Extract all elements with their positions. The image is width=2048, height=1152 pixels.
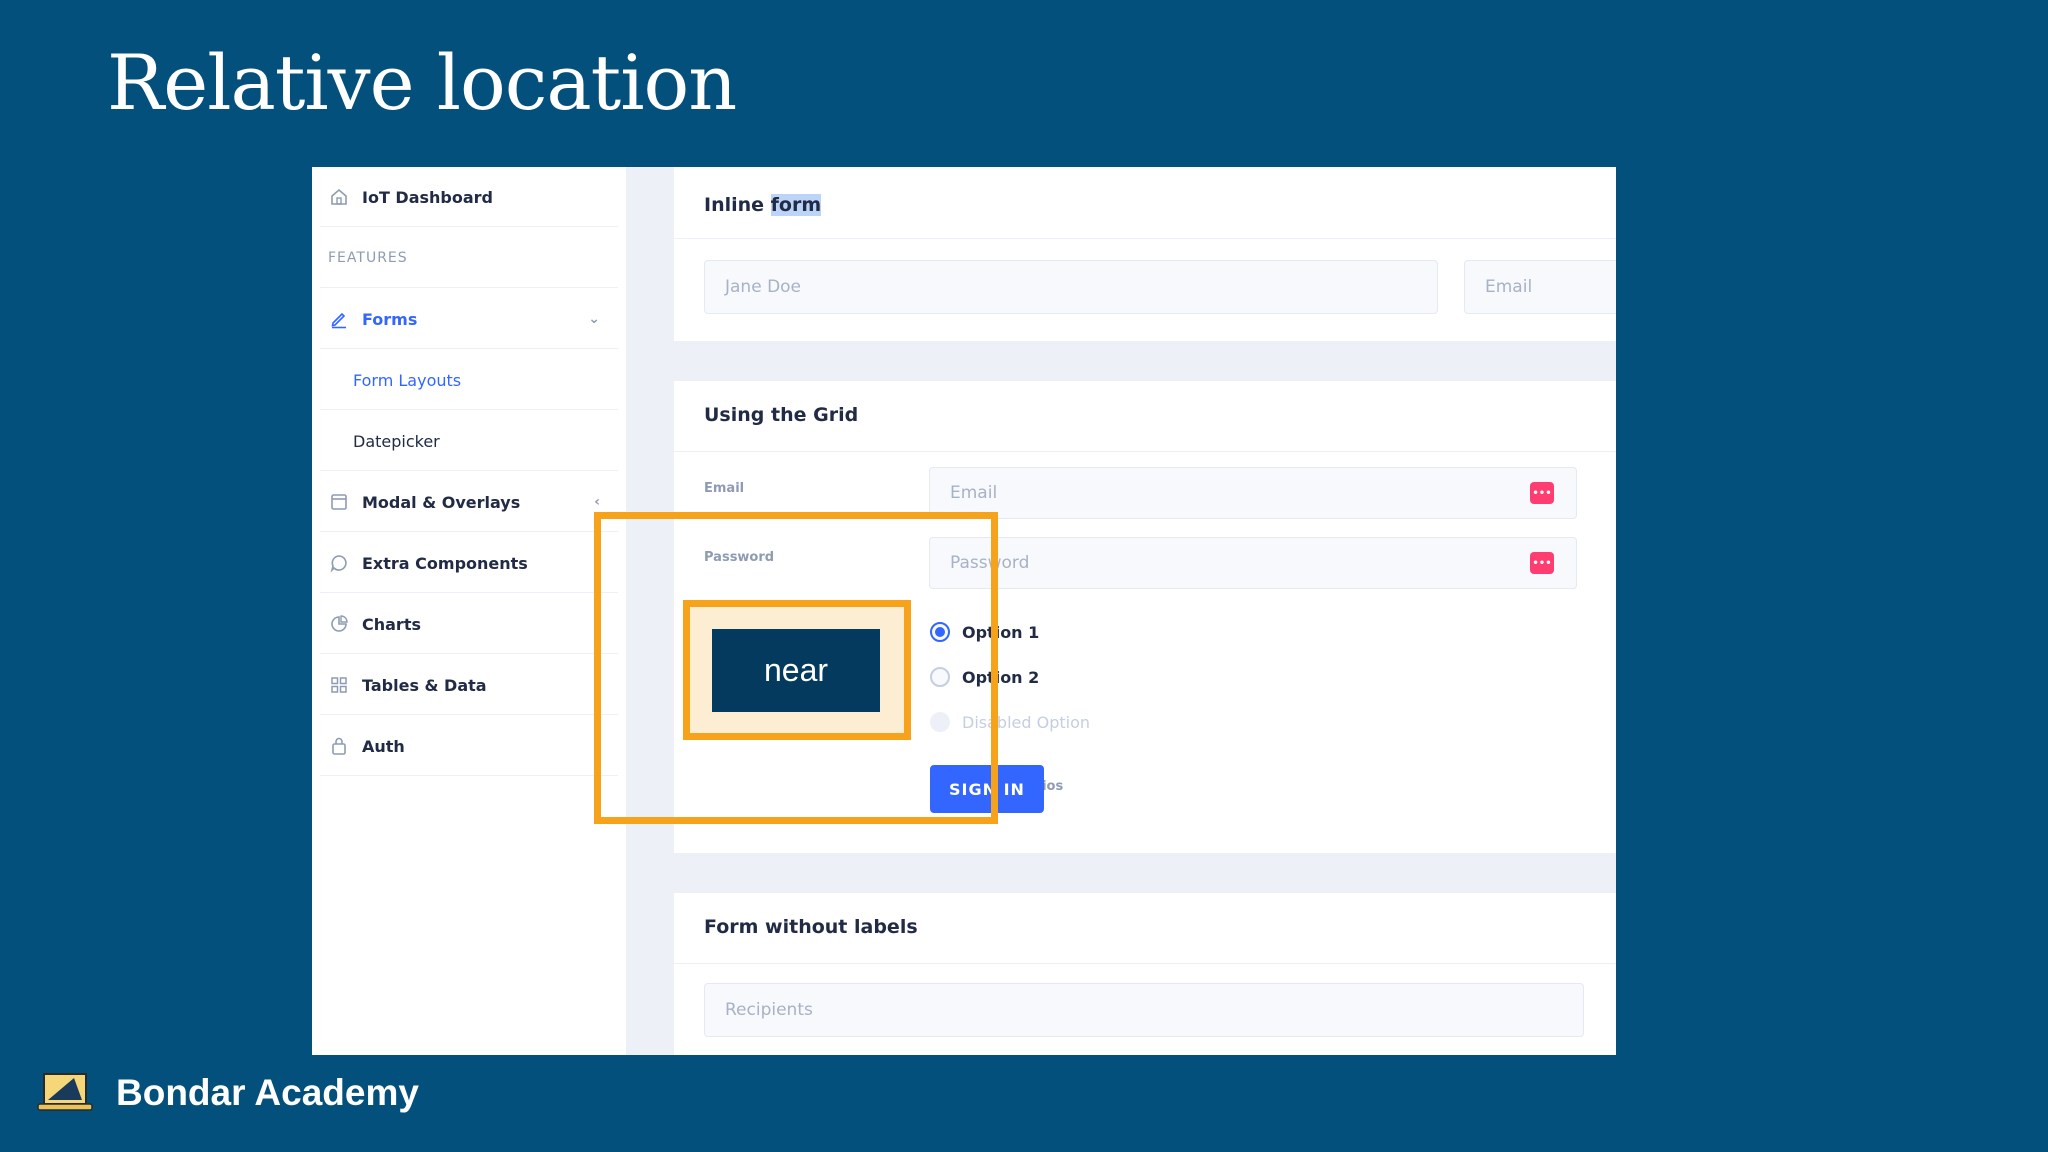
password-field[interactable]: Password •••	[929, 537, 1577, 589]
email-field[interactable]: Email •••	[929, 467, 1577, 519]
card-title: Inline form	[704, 194, 822, 216]
sidebar-item-label: Forms	[362, 309, 418, 329]
inline-email-input[interactable]: Email	[1464, 260, 1616, 314]
card-divider	[674, 238, 1616, 239]
chevron-down-icon: ⌄	[588, 311, 600, 327]
card-title-text: Inline	[704, 194, 771, 216]
input-placeholder: Email	[950, 483, 998, 503]
sidebar-item-label: Datepicker	[353, 431, 440, 451]
brand: Bondar Academy	[36, 1070, 419, 1116]
email-label: Email	[704, 481, 745, 496]
sidebar-item-modal-overlays[interactable]: Modal & Overlays ‹	[312, 472, 626, 532]
inline-form-card: Inline form Jane Doe Email	[674, 167, 1616, 341]
sidebar-item-tables-data[interactable]: Tables & Data	[312, 655, 626, 715]
password-manager-icon[interactable]: •••	[1530, 552, 1554, 574]
sidebar-item-label: Extra Components	[362, 553, 528, 573]
section-label: FEATURES	[328, 250, 408, 266]
recipients-input[interactable]: Recipients	[704, 983, 1584, 1037]
sidebar: IoT Dashboard FEATURES Forms ⌄ Form Layo…	[312, 167, 626, 1055]
browser-icon	[328, 491, 350, 513]
card-title-highlight: form	[770, 194, 822, 216]
password-manager-icon[interactable]: •••	[1530, 482, 1554, 504]
pie-chart-icon	[328, 613, 350, 635]
lock-icon	[328, 735, 350, 757]
edit-icon	[328, 308, 350, 330]
near-label: near	[712, 629, 880, 712]
name-input[interactable]: Jane Doe	[704, 260, 1438, 314]
sidebar-item-label: Tables & Data	[362, 675, 487, 695]
laptop-logo-icon	[37, 1073, 93, 1111]
sidebar-item-form-layouts[interactable]: Form Layouts	[312, 350, 626, 410]
home-icon	[328, 186, 350, 208]
brand-name: Bondar Academy	[116, 1072, 419, 1113]
sidebar-item-forms[interactable]: Forms ⌄	[312, 289, 626, 349]
sidebar-item-iot-dashboard[interactable]: IoT Dashboard	[312, 167, 626, 227]
message-icon	[328, 552, 350, 574]
sidebar-item-datepicker[interactable]: Datepicker	[312, 411, 626, 471]
form-without-labels-card: Form without labels Recipients	[674, 893, 1616, 1055]
card-title: Form without labels	[704, 916, 918, 938]
chevron-left-icon: ‹	[594, 494, 600, 510]
card-divider	[674, 963, 1616, 964]
sidebar-item-label: Charts	[362, 614, 421, 634]
sidebar-item-auth[interactable]: Auth	[312, 716, 626, 776]
sidebar-section-features: FEATURES	[312, 228, 626, 288]
card-title: Using the Grid	[704, 404, 859, 426]
sidebar-item-label: Auth	[362, 736, 405, 756]
input-placeholder: Recipients	[725, 1000, 813, 1020]
sidebar-item-label: Form Layouts	[353, 370, 462, 390]
sidebar-item-charts[interactable]: Charts	[312, 594, 626, 654]
card-divider	[674, 451, 1616, 452]
input-placeholder: Email	[1485, 277, 1533, 297]
grid-icon	[328, 674, 350, 696]
sidebar-item-label: Modal & Overlays	[362, 492, 521, 512]
slide-title: Relative location	[107, 38, 737, 127]
input-placeholder: Jane Doe	[725, 277, 802, 297]
sidebar-item-label: IoT Dashboard	[362, 187, 494, 207]
sidebar-item-extra-components[interactable]: Extra Components	[312, 533, 626, 593]
